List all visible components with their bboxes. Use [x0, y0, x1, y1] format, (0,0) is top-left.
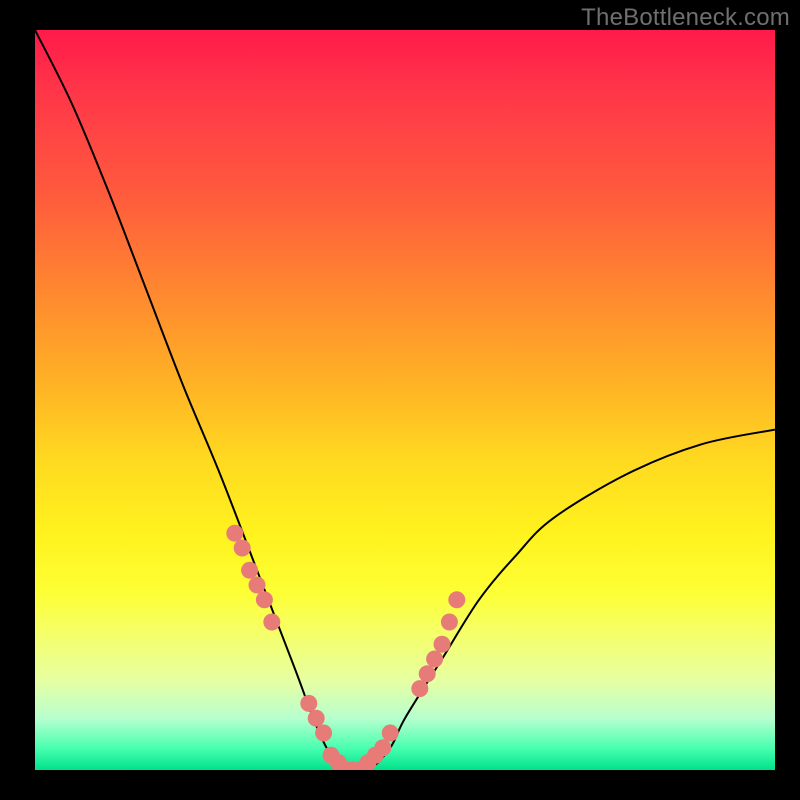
marker-dot [249, 577, 266, 594]
marker-dot [263, 614, 280, 631]
marker-dot [300, 695, 317, 712]
chart-frame: TheBottleneck.com [0, 0, 800, 800]
watermark-text: TheBottleneck.com [581, 4, 790, 32]
marker-dot [256, 591, 273, 608]
marker-dot [411, 680, 428, 697]
curve-layer [35, 30, 775, 770]
bottleneck-curve [35, 30, 775, 770]
marker-dot [441, 614, 458, 631]
plot-area [35, 30, 775, 770]
marker-dot [226, 525, 243, 542]
marker-dot [382, 725, 399, 742]
marker-dot [434, 636, 451, 653]
marker-dot [234, 540, 251, 557]
marker-dot [315, 725, 332, 742]
marker-dot [241, 562, 258, 579]
marker-dot [426, 651, 443, 668]
marker-dot [448, 591, 465, 608]
marker-dot [419, 665, 436, 682]
marker-dots [226, 525, 465, 770]
marker-dot [308, 710, 325, 727]
marker-dot [374, 739, 391, 756]
